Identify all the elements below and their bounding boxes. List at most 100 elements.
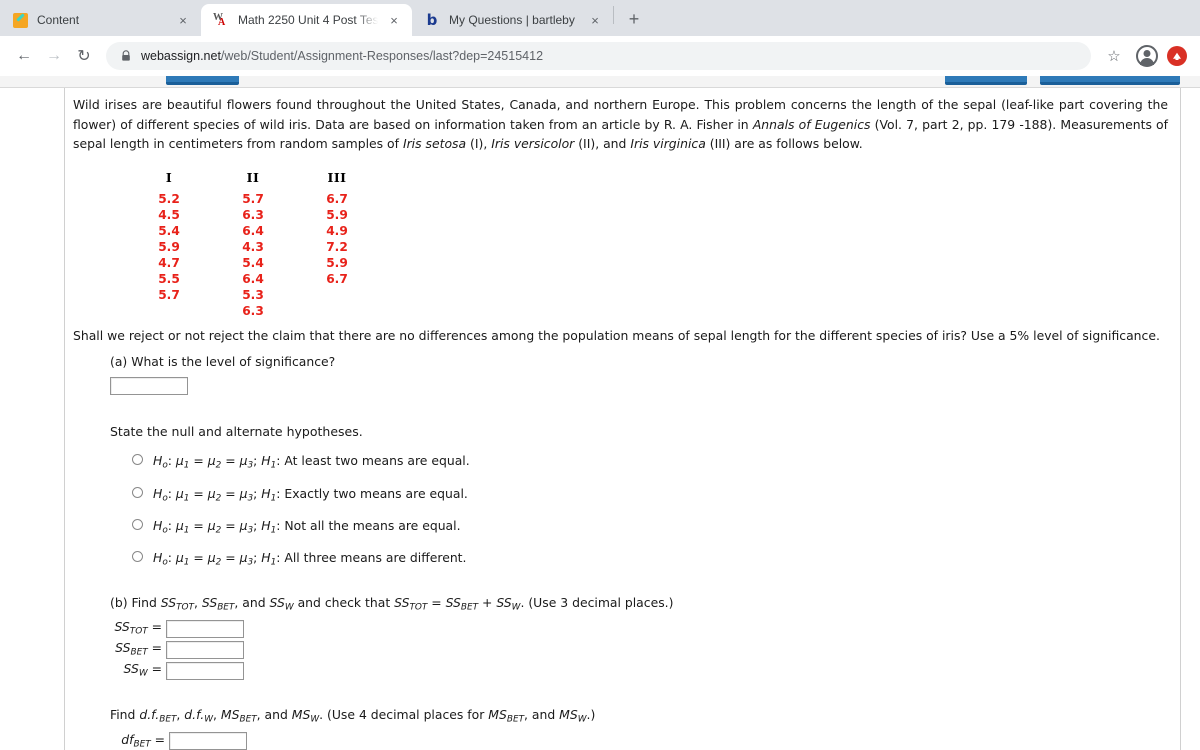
ss-bet-term: SS xyxy=(201,594,218,610)
cell-I: 5.9 xyxy=(158,240,180,255)
update-available-icon[interactable] xyxy=(1167,46,1187,66)
ss-w-term: SS xyxy=(269,594,285,610)
radio-button[interactable] xyxy=(132,454,143,466)
cell-I: 5.2 xyxy=(158,192,180,207)
page-toolbar-strip xyxy=(0,76,1200,88)
hypotheses-prompt: State the null and alternate hypotheses. xyxy=(110,424,363,440)
intro-text-3: (I), xyxy=(466,136,492,152)
part-a-answer-input[interactable] xyxy=(110,377,188,396)
cell-I: 4.7 xyxy=(158,256,180,271)
address-bar[interactable]: webassign.net/web/Student/Assignment-Res… xyxy=(106,42,1091,70)
column-header-III: III xyxy=(327,169,347,185)
cell-III: 6.7 xyxy=(326,192,348,207)
browser-tab-content[interactable]: Content × xyxy=(0,4,201,36)
df-bet-term: d.f. xyxy=(139,707,160,723)
cell-II: 5.3 xyxy=(242,288,264,303)
radio-button[interactable] xyxy=(132,486,143,498)
close-icon[interactable]: × xyxy=(587,12,603,28)
page-button-cropped-3[interactable] xyxy=(1040,76,1180,85)
lock-icon xyxy=(120,50,132,62)
reload-icon[interactable]: ↻ xyxy=(70,42,98,70)
field-row-ss-tot: SSTOT = xyxy=(110,618,1180,639)
eq-op-2: + xyxy=(478,594,497,610)
intro-italic-versicolor: Iris versicolor xyxy=(491,136,575,152)
page-button-cropped-1[interactable] xyxy=(166,76,239,85)
hypothesis-option-2[interactable]: Ho: μ1 = μ2 = μ3; H1: Exactly two means … xyxy=(132,484,1180,506)
hypothesis-text: Ho: μ1 = μ2 = μ3; H1: At least two means… xyxy=(153,453,470,471)
new-tab-button[interactable]: + xyxy=(620,5,648,33)
tab-title: Math 2250 Unit 4 Post Test Re xyxy=(238,13,378,27)
part-df-fields: dfBET = dfW = MSBET = MSW = xyxy=(110,730,1180,750)
field-row-df-bet: dfBET = xyxy=(110,730,1180,750)
radio-button[interactable] xyxy=(132,551,143,563)
ss-bet-sub: BET xyxy=(217,602,235,613)
iris-data-table: I II III 5.2 5.7 6.7 4.5 6.3 5.9 5.4 6.4… xyxy=(127,168,379,319)
cell-II: 5.4 xyxy=(242,256,264,271)
page-button-cropped-2[interactable] xyxy=(945,76,1027,85)
part-df-sep3: , and xyxy=(256,707,292,723)
part-b-sep1: , xyxy=(194,594,202,610)
table-header-row: I II III xyxy=(127,168,379,191)
profile-avatar-icon[interactable] xyxy=(1136,45,1158,67)
cell-III xyxy=(295,303,379,319)
browser-toolbar: ← → ↻ webassign.net/web/Student/Assignme… xyxy=(0,36,1200,76)
ms-w-sub: W xyxy=(310,714,320,725)
page-viewport: Wild irises are beautiful flowers found … xyxy=(0,76,1200,750)
webassign-icon: WA xyxy=(213,12,226,28)
ms-bet-term: MS xyxy=(220,707,240,723)
cell-III: 4.9 xyxy=(326,224,348,239)
hypothesis-alt-text: All three means are different. xyxy=(284,550,467,566)
cell-I: 5.4 xyxy=(158,224,180,239)
tab-title: My Questions | bartleby xyxy=(449,13,575,27)
part-b-prompt: (b) Find SSTOT, SSBET, and SSW and check… xyxy=(110,593,1180,615)
radio-button[interactable] xyxy=(132,519,143,531)
df-w-sub: W xyxy=(204,714,213,725)
close-icon[interactable]: × xyxy=(386,12,402,28)
hypothesis-option-1[interactable]: Ho: μ1 = μ2 = μ3; H1: At least two means… xyxy=(132,451,1180,473)
bartleby-b-icon: b xyxy=(426,10,438,29)
column-header-II: II xyxy=(246,169,260,185)
browser-tab-bartleby[interactable]: b My Questions | bartleby × xyxy=(412,4,613,36)
hypothesis-option-3[interactable]: Ho: μ1 = μ2 = μ3; H1: Not all the means … xyxy=(132,516,1180,538)
hypothesis-text: Ho: μ1 = μ2 = μ3; H1: Not all the means … xyxy=(153,518,461,536)
browser-tab-math-2250[interactable]: WA Math 2250 Unit 4 Post Test Re × xyxy=(201,4,412,36)
intro-italic-setosa: Iris setosa xyxy=(402,136,467,152)
hypothesis-text: Ho: μ1 = μ2 = μ3; H1: Exactly two means … xyxy=(153,485,468,504)
ss-tot-input[interactable] xyxy=(166,619,244,638)
bookmark-star-icon[interactable]: ☆ xyxy=(1101,43,1127,69)
hypothesis-alt-text: Exactly two means are equal. xyxy=(284,485,468,501)
ms-bet-term-2: MS xyxy=(488,707,507,723)
eq-ss-bet: SS xyxy=(445,594,461,610)
part-b-sep2: , and xyxy=(234,594,270,610)
cell-III: 5.9 xyxy=(326,256,348,271)
ss-tot-sub: TOT xyxy=(176,602,194,613)
part-df-mid: . (Use 4 decimal places for xyxy=(319,707,489,723)
intro-italic-virginica: Iris virginica xyxy=(630,136,706,152)
close-icon[interactable]: × xyxy=(175,12,191,28)
cell-I: 5.7 xyxy=(158,288,180,303)
ss-w-input[interactable] xyxy=(166,661,244,680)
intro-italic-annals: Annals of Eugenics xyxy=(752,116,871,132)
cell-II: 6.3 xyxy=(242,208,264,223)
eq-ss-bet-sub: BET xyxy=(460,602,479,613)
back-icon[interactable]: ← xyxy=(10,42,38,70)
hypothesis-option-4[interactable]: Ho: μ1 = μ2 = μ3; H1: All three means ar… xyxy=(132,548,1180,570)
part-a-block: (a) What is the level of significance? xyxy=(110,352,1180,396)
cell-I xyxy=(127,303,211,319)
eq-op-1: = xyxy=(427,594,446,610)
df-bet-input[interactable] xyxy=(169,731,247,750)
url-text: webassign.net/web/Student/Assignment-Res… xyxy=(141,49,543,63)
problem-intro: Wild irises are beautiful flowers found … xyxy=(65,89,1180,154)
forward-icon[interactable]: → xyxy=(40,42,68,70)
ms-w-term: MS xyxy=(291,707,311,723)
cell-III: 6.7 xyxy=(326,272,348,287)
intro-text-5: (III) are as follows below. xyxy=(705,136,863,152)
cell-II: 4.3 xyxy=(242,240,264,255)
eq-ss-tot: SS xyxy=(394,594,410,610)
df-bet-sub: BET xyxy=(159,714,177,725)
part-df-prefix: Find xyxy=(110,707,140,723)
browser-tab-strip: Content × WA Math 2250 Unit 4 Post Test … xyxy=(0,0,1200,36)
ss-bet-input[interactable] xyxy=(166,640,244,659)
eq-ss-tot-sub: TOT xyxy=(409,602,428,613)
part-df-sep5: , and xyxy=(524,707,560,723)
